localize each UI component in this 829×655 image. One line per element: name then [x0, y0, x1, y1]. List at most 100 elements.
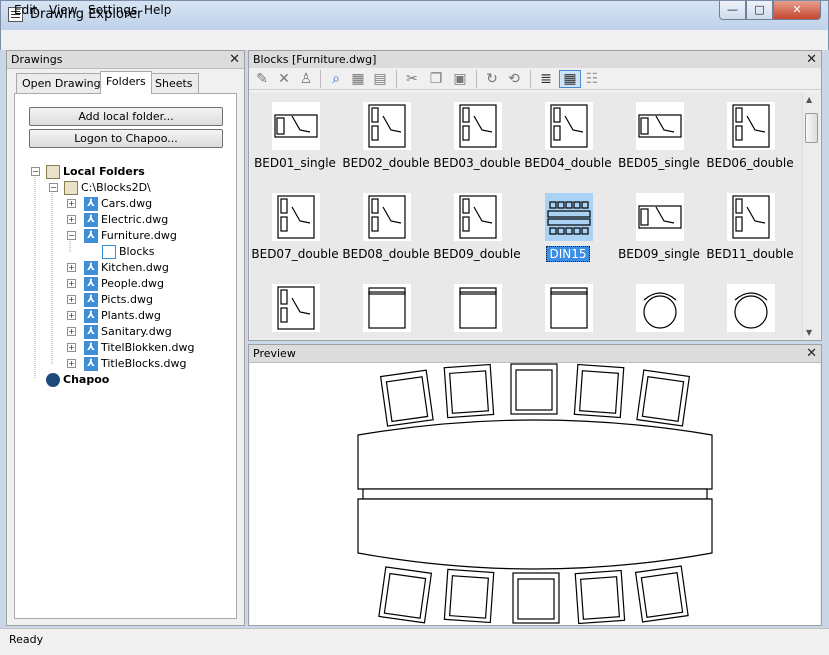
tree-file-label: Kitchen.dwg: [101, 261, 169, 274]
drawings-panel-close-icon[interactable]: ✕: [229, 52, 240, 67]
collapse-icon[interactable]: −: [67, 231, 76, 240]
dwg-file-icon: ⅄: [84, 277, 98, 291]
tab-open-drawings[interactable]: Open Drawings: [16, 73, 113, 93]
block-label: BED03_double: [432, 156, 522, 170]
block-item[interactable]: BED08_double: [341, 189, 431, 279]
block-item[interactable]: BED06_double: [705, 98, 795, 188]
menu-settings[interactable]: Settings: [88, 3, 137, 17]
block-thumbnail: [272, 193, 320, 241]
menu-help[interactable]: Help: [144, 3, 171, 17]
block-item[interactable]: BED11_double: [705, 189, 795, 279]
tree-file-titelblokken[interactable]: ⅄ TitelBlokken.dwg: [84, 340, 194, 356]
tree-chapoo[interactable]: Chapoo: [46, 372, 109, 388]
logon-chapoo-button[interactable]: Logon to Chapoo...: [29, 129, 223, 148]
block-item[interactable]: DIN15: [523, 189, 613, 279]
expand-icon[interactable]: +: [67, 263, 76, 272]
block-attach-icon[interactable]: ⌕: [328, 71, 344, 87]
tree-local-folders[interactable]: Local Folders: [46, 164, 145, 180]
status-bar: Ready: [0, 628, 829, 655]
tree-root-folder[interactable]: C:\Blocks2D\: [64, 180, 151, 196]
preview-chair: [573, 363, 625, 419]
tree-file-label: Electric.dwg: [101, 213, 169, 226]
block-thumbnail: [272, 284, 320, 332]
block-item[interactable]: BED03_double: [432, 98, 522, 188]
expand-icon[interactable]: +: [67, 311, 76, 320]
tab-sheets[interactable]: Sheets: [149, 73, 199, 93]
scroll-thumb[interactable]: [805, 113, 818, 143]
block-export-icon[interactable]: ▦: [350, 71, 366, 87]
block-item[interactable]: CHAIR05: [705, 280, 795, 339]
detail-view-icon[interactable]: ☷: [584, 71, 600, 87]
maximize-button[interactable]: □: [746, 1, 773, 20]
block-thumbnail: [454, 284, 502, 332]
tree-file-sanitary[interactable]: ⅄ Sanitary.dwg: [84, 324, 172, 340]
tree-chapoo-label: Chapoo: [63, 373, 110, 386]
block-item[interactable]: CHAIR02: [432, 280, 522, 339]
block-item[interactable]: BED09_double: [432, 189, 522, 279]
block-item[interactable]: BED09_single: [614, 189, 704, 279]
block-label: CHAIR04: [614, 338, 704, 339]
collapse-icon[interactable]: −: [49, 183, 58, 192]
copy-icon[interactable]: ❐: [428, 71, 444, 87]
add-local-folder-button[interactable]: Add local folder...: [29, 107, 223, 126]
block-item[interactable]: CHAIR01: [341, 280, 431, 339]
dwg-file-icon: ⅄: [84, 261, 98, 275]
tree-file-people[interactable]: ⅄ People.dwg: [84, 276, 164, 292]
block-import-icon[interactable]: ▤: [372, 71, 388, 87]
block-item[interactable]: CHAIR04: [614, 280, 704, 339]
cut-icon[interactable]: ✂: [404, 71, 420, 87]
purge-icon[interactable]: ♙: [298, 71, 314, 87]
block-label-text: BED11_double: [706, 247, 794, 261]
menu-edit[interactable]: Edit: [14, 3, 37, 17]
block-label: BED06_double: [705, 156, 795, 170]
list-view-icon[interactable]: ≣: [538, 71, 554, 87]
preview-panel-close-icon[interactable]: ✕: [806, 346, 817, 361]
minimize-button[interactable]: —: [719, 1, 746, 20]
dining-table-drawing: [357, 363, 713, 625]
block-item[interactable]: BED07_double: [250, 189, 340, 279]
tree-file-titleblocks[interactable]: ⅄ TitleBlocks.dwg: [84, 356, 187, 372]
tree-file-kitchen[interactable]: ⅄ Kitchen.dwg: [84, 260, 169, 276]
block-item[interactable]: BED05_single: [614, 98, 704, 188]
expand-icon[interactable]: +: [67, 343, 76, 352]
refresh-icon[interactable]: ↻: [484, 71, 500, 87]
block-label: BED12_double: [250, 338, 340, 339]
preview-chair: [443, 568, 495, 624]
block-label-text: BED04_double: [524, 156, 612, 170]
tree-blocks[interactable]: Blocks: [102, 244, 154, 260]
blocks-scrollbar[interactable]: ▲ ▼: [802, 93, 820, 339]
delete-icon[interactable]: ✕: [276, 71, 292, 87]
tree-file-furniture[interactable]: ⅄ Furniture.dwg: [84, 228, 177, 244]
paste-icon[interactable]: ▣: [452, 71, 468, 87]
tree-file-electric[interactable]: ⅄ Electric.dwg: [84, 212, 168, 228]
block-label: CHAIR01: [341, 338, 431, 339]
block-label-text: BED08_double: [342, 247, 430, 261]
block-item[interactable]: CHAIR03: [523, 280, 613, 339]
expand-icon[interactable]: +: [67, 279, 76, 288]
expand-icon[interactable]: +: [67, 199, 76, 208]
collapse-icon[interactable]: −: [31, 167, 40, 176]
menu-view[interactable]: View: [49, 3, 77, 17]
insert-block-icon[interactable]: ✎: [254, 71, 270, 87]
expand-icon[interactable]: +: [67, 359, 76, 368]
scroll-up-icon[interactable]: ▲: [806, 95, 812, 104]
block-item[interactable]: BED04_double: [523, 98, 613, 188]
tree-file-picts[interactable]: ⅄ Picts.dwg: [84, 292, 153, 308]
block-item[interactable]: BED02_double: [341, 98, 431, 188]
close-window-button[interactable]: ✕: [773, 1, 821, 20]
blocks-panel-close-icon[interactable]: ✕: [806, 52, 817, 67]
thumbnail-view-icon[interactable]: ▦: [559, 70, 581, 88]
reload-icon[interactable]: ⟲: [506, 71, 522, 87]
tab-folders[interactable]: Folders: [100, 71, 152, 94]
tree-file-plants[interactable]: ⅄ Plants.dwg: [84, 308, 161, 324]
expand-icon[interactable]: +: [67, 327, 76, 336]
tree-file-cars[interactable]: ⅄ Cars.dwg: [84, 196, 152, 212]
expand-icon[interactable]: +: [67, 215, 76, 224]
tree-root-label: C:\Blocks2D\: [81, 181, 151, 194]
scroll-down-icon[interactable]: ▼: [806, 328, 812, 337]
dwg-file-icon: ⅄: [84, 357, 98, 371]
block-item[interactable]: BED12_double: [250, 280, 340, 339]
block-thumbnail: [363, 284, 411, 332]
block-item[interactable]: BED01_single: [250, 98, 340, 188]
expand-icon[interactable]: +: [67, 295, 76, 304]
